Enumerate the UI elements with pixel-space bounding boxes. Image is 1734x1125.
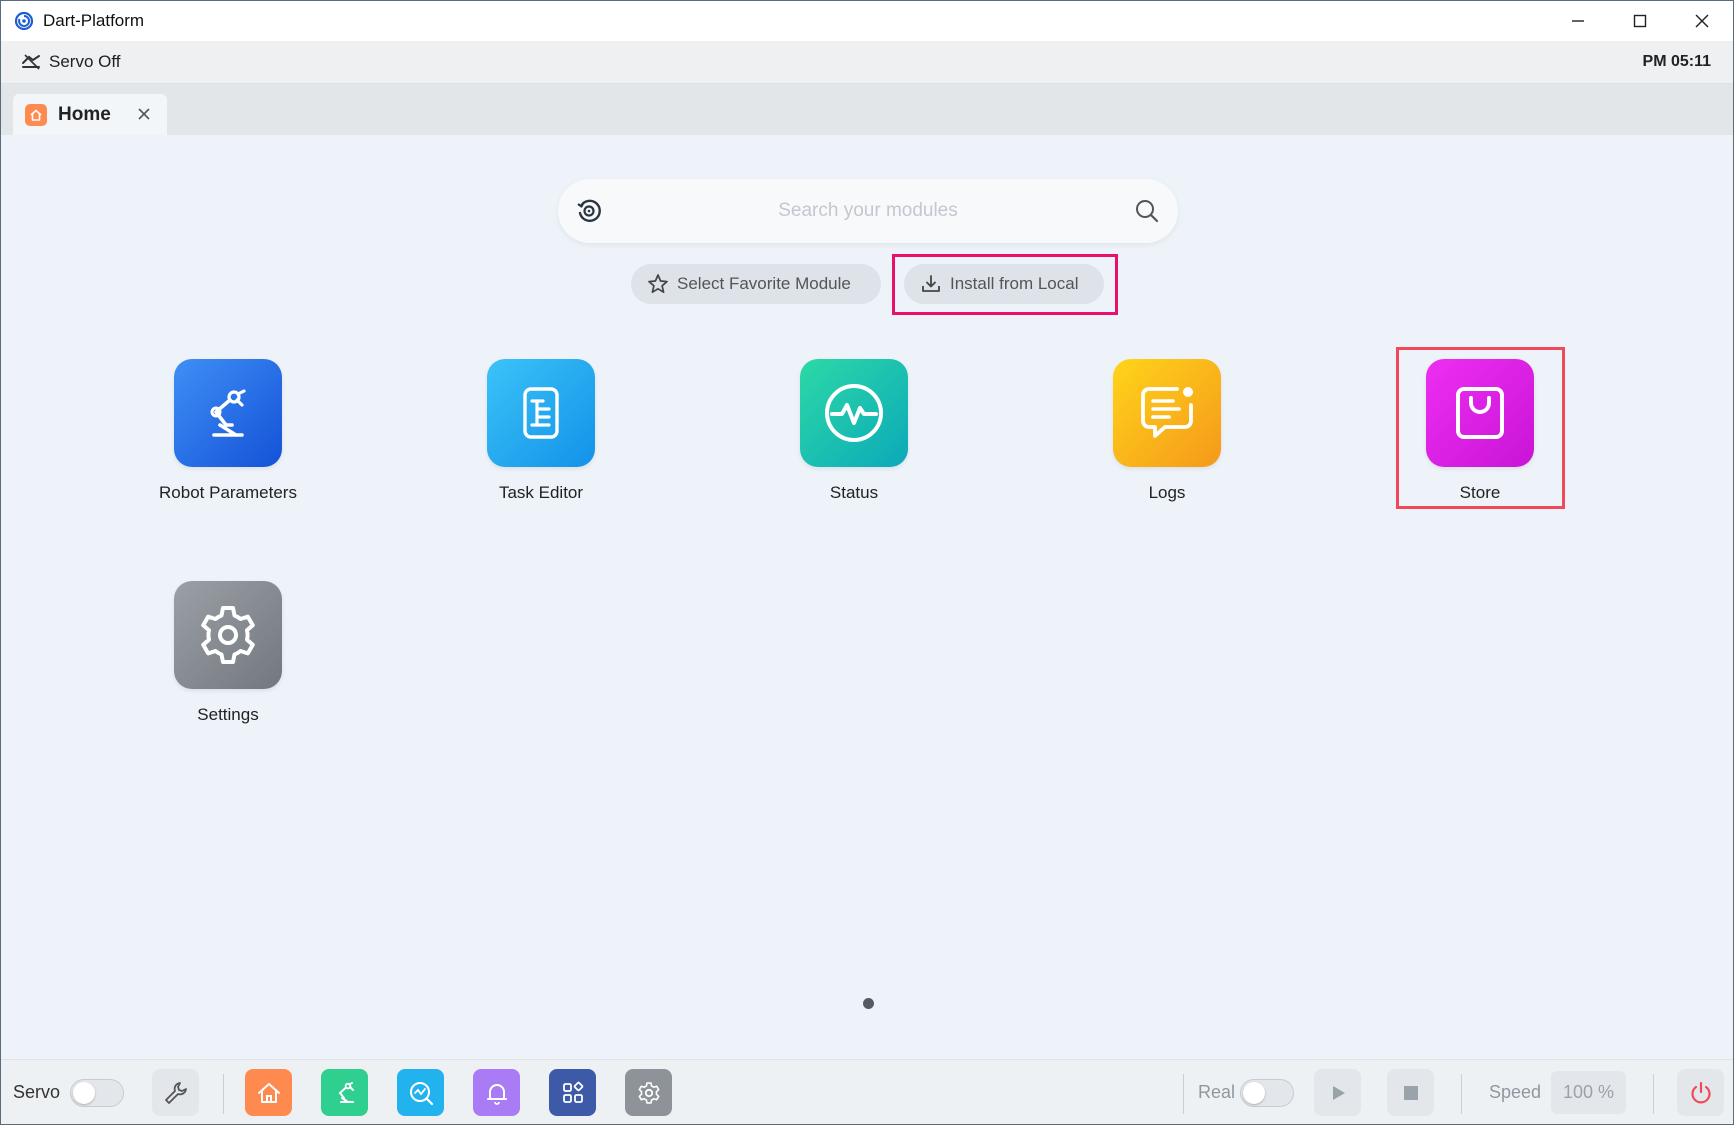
power-button[interactable] [1677, 1069, 1724, 1116]
shopping-bag-icon [1426, 359, 1534, 467]
robot-arm-icon [338, 1081, 354, 1103]
module-label: Robot Parameters [159, 483, 297, 502]
speed-label: Speed [1489, 1082, 1542, 1102]
real-mode-toggle[interactable] [1240, 1079, 1294, 1107]
robot-arm-icon [174, 359, 282, 467]
maximize-icon [1633, 14, 1647, 28]
bell-icon [486, 1083, 507, 1105]
close-icon [1695, 14, 1709, 28]
toolbar-separator [1461, 1074, 1462, 1114]
status-bar: Servo Off PM 05:11 [1, 41, 1733, 84]
home-icon [25, 103, 47, 126]
servo-toggle[interactable] [70, 1079, 124, 1107]
toolbar-separator [223, 1074, 224, 1114]
tab-home[interactable]: Home [13, 94, 167, 135]
pulse-icon [800, 359, 908, 467]
select-favorite-module-button[interactable]: Select Favorite Module [631, 264, 881, 304]
module-status[interactable]: Status [764, 359, 944, 509]
minimize-button[interactable] [1547, 1, 1609, 41]
toggle-knob [1243, 1082, 1265, 1104]
install-from-local-button[interactable]: Install from Local [904, 264, 1104, 304]
close-button[interactable] [1671, 1, 1733, 41]
module-logs[interactable]: Logs [1077, 359, 1257, 509]
module-robot-parameters[interactable]: Robot Parameters [138, 359, 318, 509]
app-window: Dart-Platform Servo Off PM 05:11 Home Se… [0, 0, 1734, 1125]
toolbar-separator [1653, 1074, 1654, 1114]
apps-grid-icon [562, 1081, 583, 1103]
favorite-label: Select Favorite Module [677, 274, 851, 293]
tab-strip: Home [1, 84, 1733, 135]
star-icon [648, 274, 668, 294]
module-task-editor[interactable]: Task Editor [451, 359, 631, 509]
document-list-icon [487, 359, 595, 467]
module-store[interactable]: Store [1390, 359, 1570, 509]
stop-button[interactable] [1387, 1069, 1434, 1116]
tab-close-icon[interactable] [135, 105, 153, 123]
notifications-shortcut-button[interactable] [473, 1069, 520, 1116]
servo-off-icon [21, 54, 43, 70]
clock: PM 05:11 [1642, 53, 1711, 70]
robot-parameters-shortcut-button[interactable] [321, 1069, 368, 1116]
history-icon[interactable] [574, 196, 604, 226]
module-label: Settings [197, 705, 259, 724]
title-bar: Dart-Platform [1, 1, 1733, 41]
servo-status-text: Servo Off [49, 52, 121, 71]
search-input[interactable] [604, 200, 1132, 222]
tab-label: Home [58, 103, 111, 125]
module-label: Store [1459, 483, 1501, 502]
wrench-icon [164, 1081, 187, 1104]
search-icon[interactable] [1132, 196, 1162, 226]
gear-icon [174, 581, 282, 689]
wrench-button[interactable] [152, 1069, 199, 1116]
dart-logo-icon [13, 10, 35, 32]
home-icon [257, 1082, 280, 1103]
gear-icon [638, 1081, 659, 1104]
speed-value-field[interactable]: 100 % [1551, 1071, 1626, 1114]
home-main: Select Favorite Module Install from Loca… [1, 135, 1733, 1059]
monitor-search-icon [409, 1081, 433, 1105]
servo-label: Servo [13, 1082, 61, 1102]
window-title: Dart-Platform [43, 11, 145, 30]
toggle-knob [73, 1082, 95, 1104]
module-label: Status [829, 483, 879, 502]
message-icon [1113, 359, 1221, 467]
download-icon [922, 275, 940, 292]
home-shortcut-button[interactable] [245, 1069, 292, 1116]
settings-shortcut-button[interactable] [625, 1069, 672, 1116]
stop-icon [1403, 1085, 1418, 1100]
minimize-icon [1572, 20, 1584, 22]
bottom-toolbar: Servo Real Speed 100 % [1, 1059, 1733, 1124]
apps-shortcut-button[interactable] [549, 1069, 596, 1116]
page-indicator-dot[interactable] [863, 998, 874, 1009]
module-search-bar [558, 179, 1178, 243]
maximize-button[interactable] [1609, 1, 1671, 41]
status-shortcut-button[interactable] [397, 1069, 444, 1116]
install-label: Install from Local [950, 274, 1079, 293]
real-label: Real [1198, 1082, 1236, 1102]
module-label: Logs [1148, 483, 1186, 502]
speed-value: 100 % [1562, 1082, 1615, 1102]
play-icon [1332, 1085, 1345, 1100]
toolbar-separator [1183, 1074, 1184, 1114]
play-button[interactable] [1314, 1069, 1361, 1116]
module-label: Task Editor [498, 483, 584, 502]
module-settings[interactable]: Settings [138, 581, 318, 731]
power-icon [1690, 1081, 1711, 1103]
